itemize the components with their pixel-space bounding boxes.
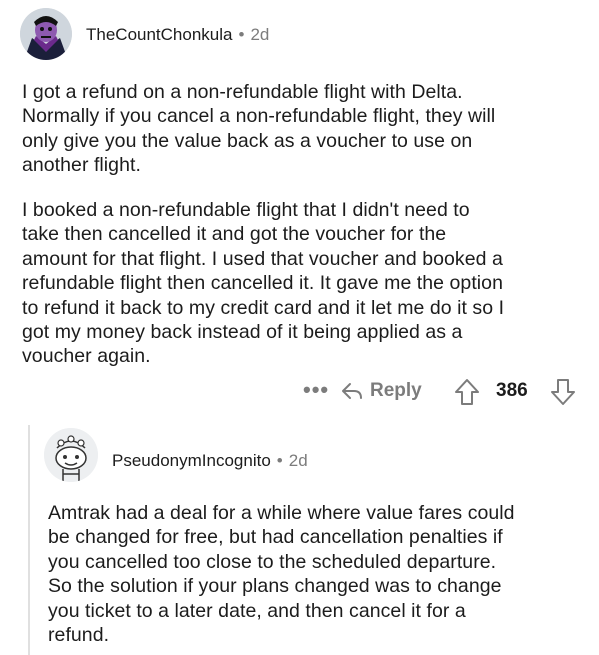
comment-line: refundable flight then cancelled it. It …: [22, 272, 503, 295]
comment-line: I booked a non-refundable flight that I …: [22, 199, 470, 221]
comment-username[interactable]: TheCountChonkula: [86, 25, 232, 44]
reply-line: be changed for free, but had cancellatio…: [48, 526, 503, 549]
vote-score: 386: [496, 380, 528, 401]
comment-line: voucher again.: [22, 345, 151, 368]
reply-line: refund.: [48, 624, 110, 647]
comment-paragraph-2: I booked a non-refundable flight that I …: [22, 198, 504, 369]
reply-user-avatar[interactable]: [44, 428, 98, 482]
user-avatar[interactable]: [20, 8, 72, 60]
thread-line[interactable]: [28, 425, 30, 655]
reply-line: So the solution if your plans changed wa…: [48, 575, 502, 598]
comment-line: I got a refund on a non-refundable fligh…: [22, 81, 463, 103]
reply-line: Amtrak had a deal for a while where valu…: [48, 502, 515, 524]
vampire-count-avatar-icon: [20, 8, 72, 60]
comment-meta: TheCountChonkula • 2d: [86, 25, 269, 45]
comment-line: got my money back instead of it being ap…: [22, 321, 463, 344]
comment-line: another flight.: [22, 154, 141, 177]
reply-timestamp[interactable]: 2d: [289, 451, 308, 470]
comment-action-bar: ••• Reply 386: [0, 374, 599, 410]
meta-separator: •: [238, 25, 245, 44]
meta-separator: •: [276, 451, 283, 470]
comment-line: amount for that flight. I used that vouc…: [22, 247, 503, 270]
more-options-button[interactable]: •••: [303, 377, 329, 403]
reply-line: you ticket to a later date, and then can…: [48, 599, 466, 622]
reply-paragraph: Amtrak had a deal for a while where valu…: [48, 501, 515, 647]
upvote-arrow-icon[interactable]: [454, 378, 480, 406]
downvote-arrow-icon[interactable]: [550, 378, 576, 406]
comment-line: only give you the value back as a vouche…: [22, 129, 473, 152]
reply-username[interactable]: PseudonymIncognito: [112, 451, 271, 470]
reply-meta: PseudonymIncognito • 2d: [112, 451, 308, 471]
reply-line: you cancelled too close to the scheduled…: [48, 550, 497, 573]
comment-timestamp[interactable]: 2d: [250, 25, 269, 44]
reply-arrow-icon[interactable]: [340, 379, 364, 403]
reply-button[interactable]: Reply: [370, 380, 422, 402]
comment-line: take then cancelled it and got the vouch…: [22, 223, 447, 246]
comment-line: to refund it back to my credit card and …: [22, 296, 505, 319]
comment-paragraph-1: I got a refund on a non-refundable fligh…: [22, 80, 495, 178]
snoo-avatar-icon: [44, 428, 98, 482]
comment-line: Normally if you cancel a non-refundable …: [22, 105, 496, 128]
